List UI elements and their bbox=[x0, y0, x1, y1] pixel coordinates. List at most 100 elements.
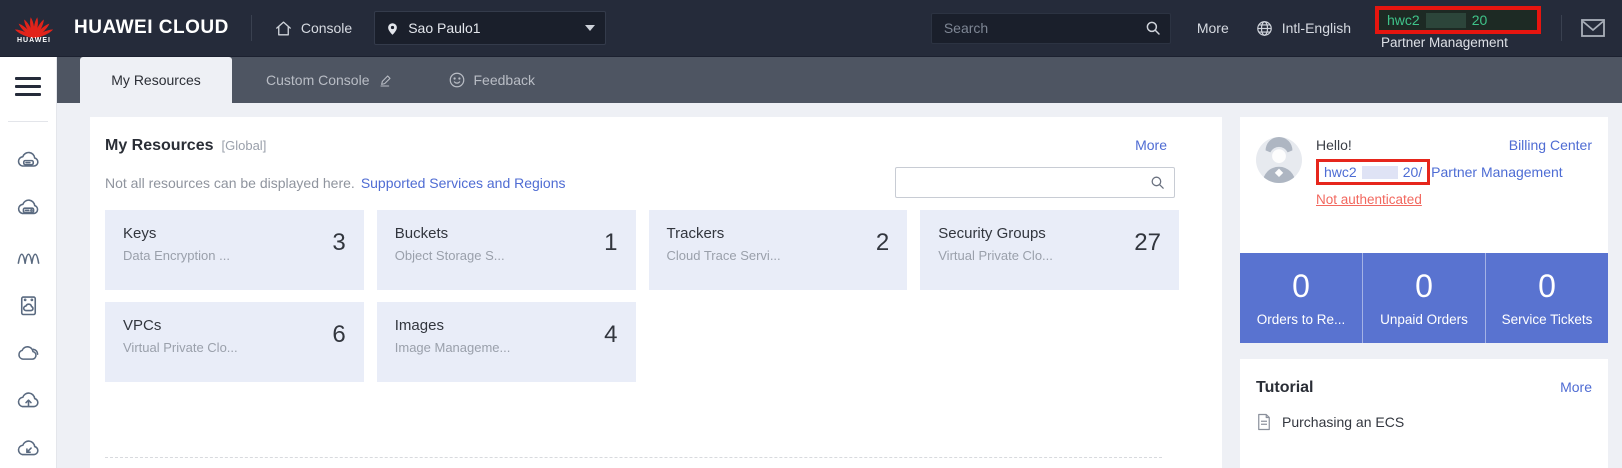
panel-dashed-divider bbox=[105, 457, 1162, 458]
region-value: Sao Paulo1 bbox=[408, 20, 577, 36]
globe-icon bbox=[1255, 19, 1274, 38]
card-service: Cloud Trace Servi... bbox=[667, 248, 866, 263]
resource-card-keys[interactable]: Keys Data Encryption ... 3 bbox=[105, 210, 364, 290]
sidebar-item-bms[interactable] bbox=[13, 194, 43, 224]
topbar-divider-2 bbox=[1561, 15, 1562, 41]
card-count: 2 bbox=[876, 225, 889, 257]
card-name: Security Groups bbox=[938, 225, 1124, 242]
stat-value: 0 bbox=[1415, 269, 1433, 304]
sidebar-item-ims[interactable] bbox=[13, 290, 43, 320]
auth-status-link[interactable]: Not authenticated bbox=[1316, 192, 1422, 207]
stat-label: Unpaid Orders bbox=[1380, 312, 1468, 327]
language-selector[interactable]: Intl-English bbox=[1255, 19, 1351, 38]
smiley-icon bbox=[448, 71, 466, 89]
ecs-cloud-server-icon bbox=[15, 148, 42, 175]
huawei-logo: HUAWEI bbox=[12, 13, 56, 44]
document-icon bbox=[1256, 413, 1272, 431]
card-service: Data Encryption ... bbox=[123, 248, 322, 263]
global-search bbox=[931, 13, 1171, 44]
console-link[interactable]: Console bbox=[274, 19, 352, 38]
sidebar-item-evs[interactable] bbox=[13, 338, 43, 368]
account-menu[interactable]: hwc2 20 Partner Management bbox=[1375, 6, 1541, 50]
redacted-segment bbox=[1362, 166, 1398, 179]
card-name: Images bbox=[395, 317, 594, 334]
messages-button[interactable] bbox=[1580, 17, 1606, 39]
search-icon[interactable] bbox=[1144, 19, 1162, 37]
resource-card-images[interactable]: Images Image Manageme... 4 bbox=[377, 302, 636, 382]
sidebar-divider bbox=[8, 121, 48, 122]
sidebar-item-obs[interactable] bbox=[13, 386, 43, 416]
greeting: Hello! bbox=[1316, 137, 1352, 153]
edit-pencil-icon bbox=[378, 72, 394, 88]
resources-note: Not all resources can be displayed here. bbox=[105, 175, 355, 191]
tab-bar: My Resources Custom Console Feedback bbox=[57, 57, 1622, 103]
tab-feedback[interactable]: Feedback bbox=[428, 57, 555, 103]
username-suffix: 20 bbox=[1472, 12, 1488, 28]
username-prefix: hwc2 bbox=[1387, 12, 1420, 28]
tab-custom-console[interactable]: Custom Console bbox=[246, 57, 414, 103]
tutorial-more-link[interactable]: More bbox=[1560, 379, 1592, 395]
obs-cloud-upload-icon bbox=[15, 388, 42, 415]
stat-service-tickets[interactable]: 0 Service Tickets bbox=[1485, 253, 1608, 343]
brand-name: HUAWEI CLOUD bbox=[74, 17, 229, 39]
envelope-icon bbox=[1580, 17, 1606, 39]
resources-more-link[interactable]: More bbox=[1135, 137, 1207, 153]
card-name: VPCs bbox=[123, 317, 322, 334]
bms-cloud-server-icon bbox=[15, 196, 42, 223]
topbar-more[interactable]: More bbox=[1197, 20, 1229, 36]
resource-card-buckets[interactable]: Buckets Object Storage S... 1 bbox=[377, 210, 636, 290]
supported-services-link[interactable]: Supported Services and Regions bbox=[361, 175, 566, 191]
tab-my-resources[interactable]: My Resources bbox=[80, 57, 232, 103]
search-icon[interactable] bbox=[1149, 174, 1166, 191]
stat-unpaid-orders[interactable]: 0 Unpaid Orders bbox=[1362, 253, 1485, 343]
card-service: Image Manageme... bbox=[395, 340, 594, 355]
region-selector[interactable]: Sao Paulo1 bbox=[374, 11, 606, 45]
resource-card-trackers[interactable]: Trackers Cloud Trace Servi... 2 bbox=[649, 210, 908, 290]
ims-image-card-icon bbox=[15, 292, 42, 319]
stat-label: Service Tickets bbox=[1502, 312, 1593, 327]
auto-scaling-waves-icon bbox=[15, 244, 42, 271]
right-column: Hello! Billing Center hwc2 20/ bbox=[1240, 117, 1608, 468]
card-service: Object Storage S... bbox=[395, 248, 594, 263]
brand[interactable]: HUAWEI HUAWEI CLOUD bbox=[12, 13, 229, 44]
username-link[interactable]: hwc2 20/ bbox=[1324, 164, 1422, 180]
partner-management-link[interactable]: Partner Management bbox=[1431, 164, 1563, 180]
tab-my-resources-label: My Resources bbox=[111, 72, 200, 88]
topbar-divider bbox=[251, 15, 252, 41]
chevron-down-icon bbox=[585, 25, 595, 31]
tutorial-card: Tutorial More Purchasing an ECS bbox=[1240, 359, 1608, 468]
card-name: Trackers bbox=[667, 225, 866, 242]
resource-filter bbox=[895, 167, 1175, 198]
vpc-cloud-arrow-icon bbox=[15, 436, 42, 463]
stat-orders-to-review[interactable]: 0 Orders to Re... bbox=[1240, 253, 1362, 343]
language-label: Intl-English bbox=[1282, 20, 1351, 36]
stat-value: 0 bbox=[1292, 269, 1310, 304]
card-service: Virtual Private Clo... bbox=[123, 340, 322, 355]
card-name: Buckets bbox=[395, 225, 594, 242]
sidebar-item-vpc[interactable] bbox=[13, 434, 43, 464]
huawei-flower-icon bbox=[15, 13, 53, 39]
username-topbar[interactable]: hwc2 20 bbox=[1387, 12, 1487, 28]
resource-filter-input[interactable] bbox=[906, 175, 1149, 190]
sidebar-item-ecs[interactable] bbox=[13, 146, 43, 176]
panel-title: My Resources bbox=[105, 137, 214, 155]
card-count: 6 bbox=[332, 317, 345, 349]
evs-cloud-icon bbox=[15, 340, 42, 367]
username-prefix: hwc2 bbox=[1324, 164, 1357, 180]
avatar[interactable] bbox=[1256, 137, 1302, 183]
stat-value: 0 bbox=[1538, 269, 1556, 304]
home-icon bbox=[274, 19, 293, 38]
top-bar: HUAWEI HUAWEI CLOUD Console Sao Paulo1 M… bbox=[0, 0, 1622, 57]
menu-toggle-button[interactable] bbox=[15, 72, 41, 101]
global-search-input[interactable] bbox=[944, 20, 1144, 36]
resource-card-vpcs[interactable]: VPCs Virtual Private Clo... 6 bbox=[105, 302, 364, 382]
sidebar-item-auto-scaling[interactable] bbox=[13, 242, 43, 272]
billing-center-link[interactable]: Billing Center bbox=[1509, 137, 1592, 153]
annotation-red-box-topbar: hwc2 20 bbox=[1375, 6, 1541, 34]
service-sidebar bbox=[0, 57, 57, 468]
partner-management-topbar[interactable]: Partner Management bbox=[1375, 35, 1508, 50]
tutorial-item-purchasing-ecs[interactable]: Purchasing an ECS bbox=[1256, 413, 1592, 431]
tab-feedback-label: Feedback bbox=[474, 72, 535, 88]
card-name: Keys bbox=[123, 225, 322, 242]
resource-card-security-groups[interactable]: Security Groups Virtual Private Clo... 2… bbox=[920, 210, 1179, 290]
